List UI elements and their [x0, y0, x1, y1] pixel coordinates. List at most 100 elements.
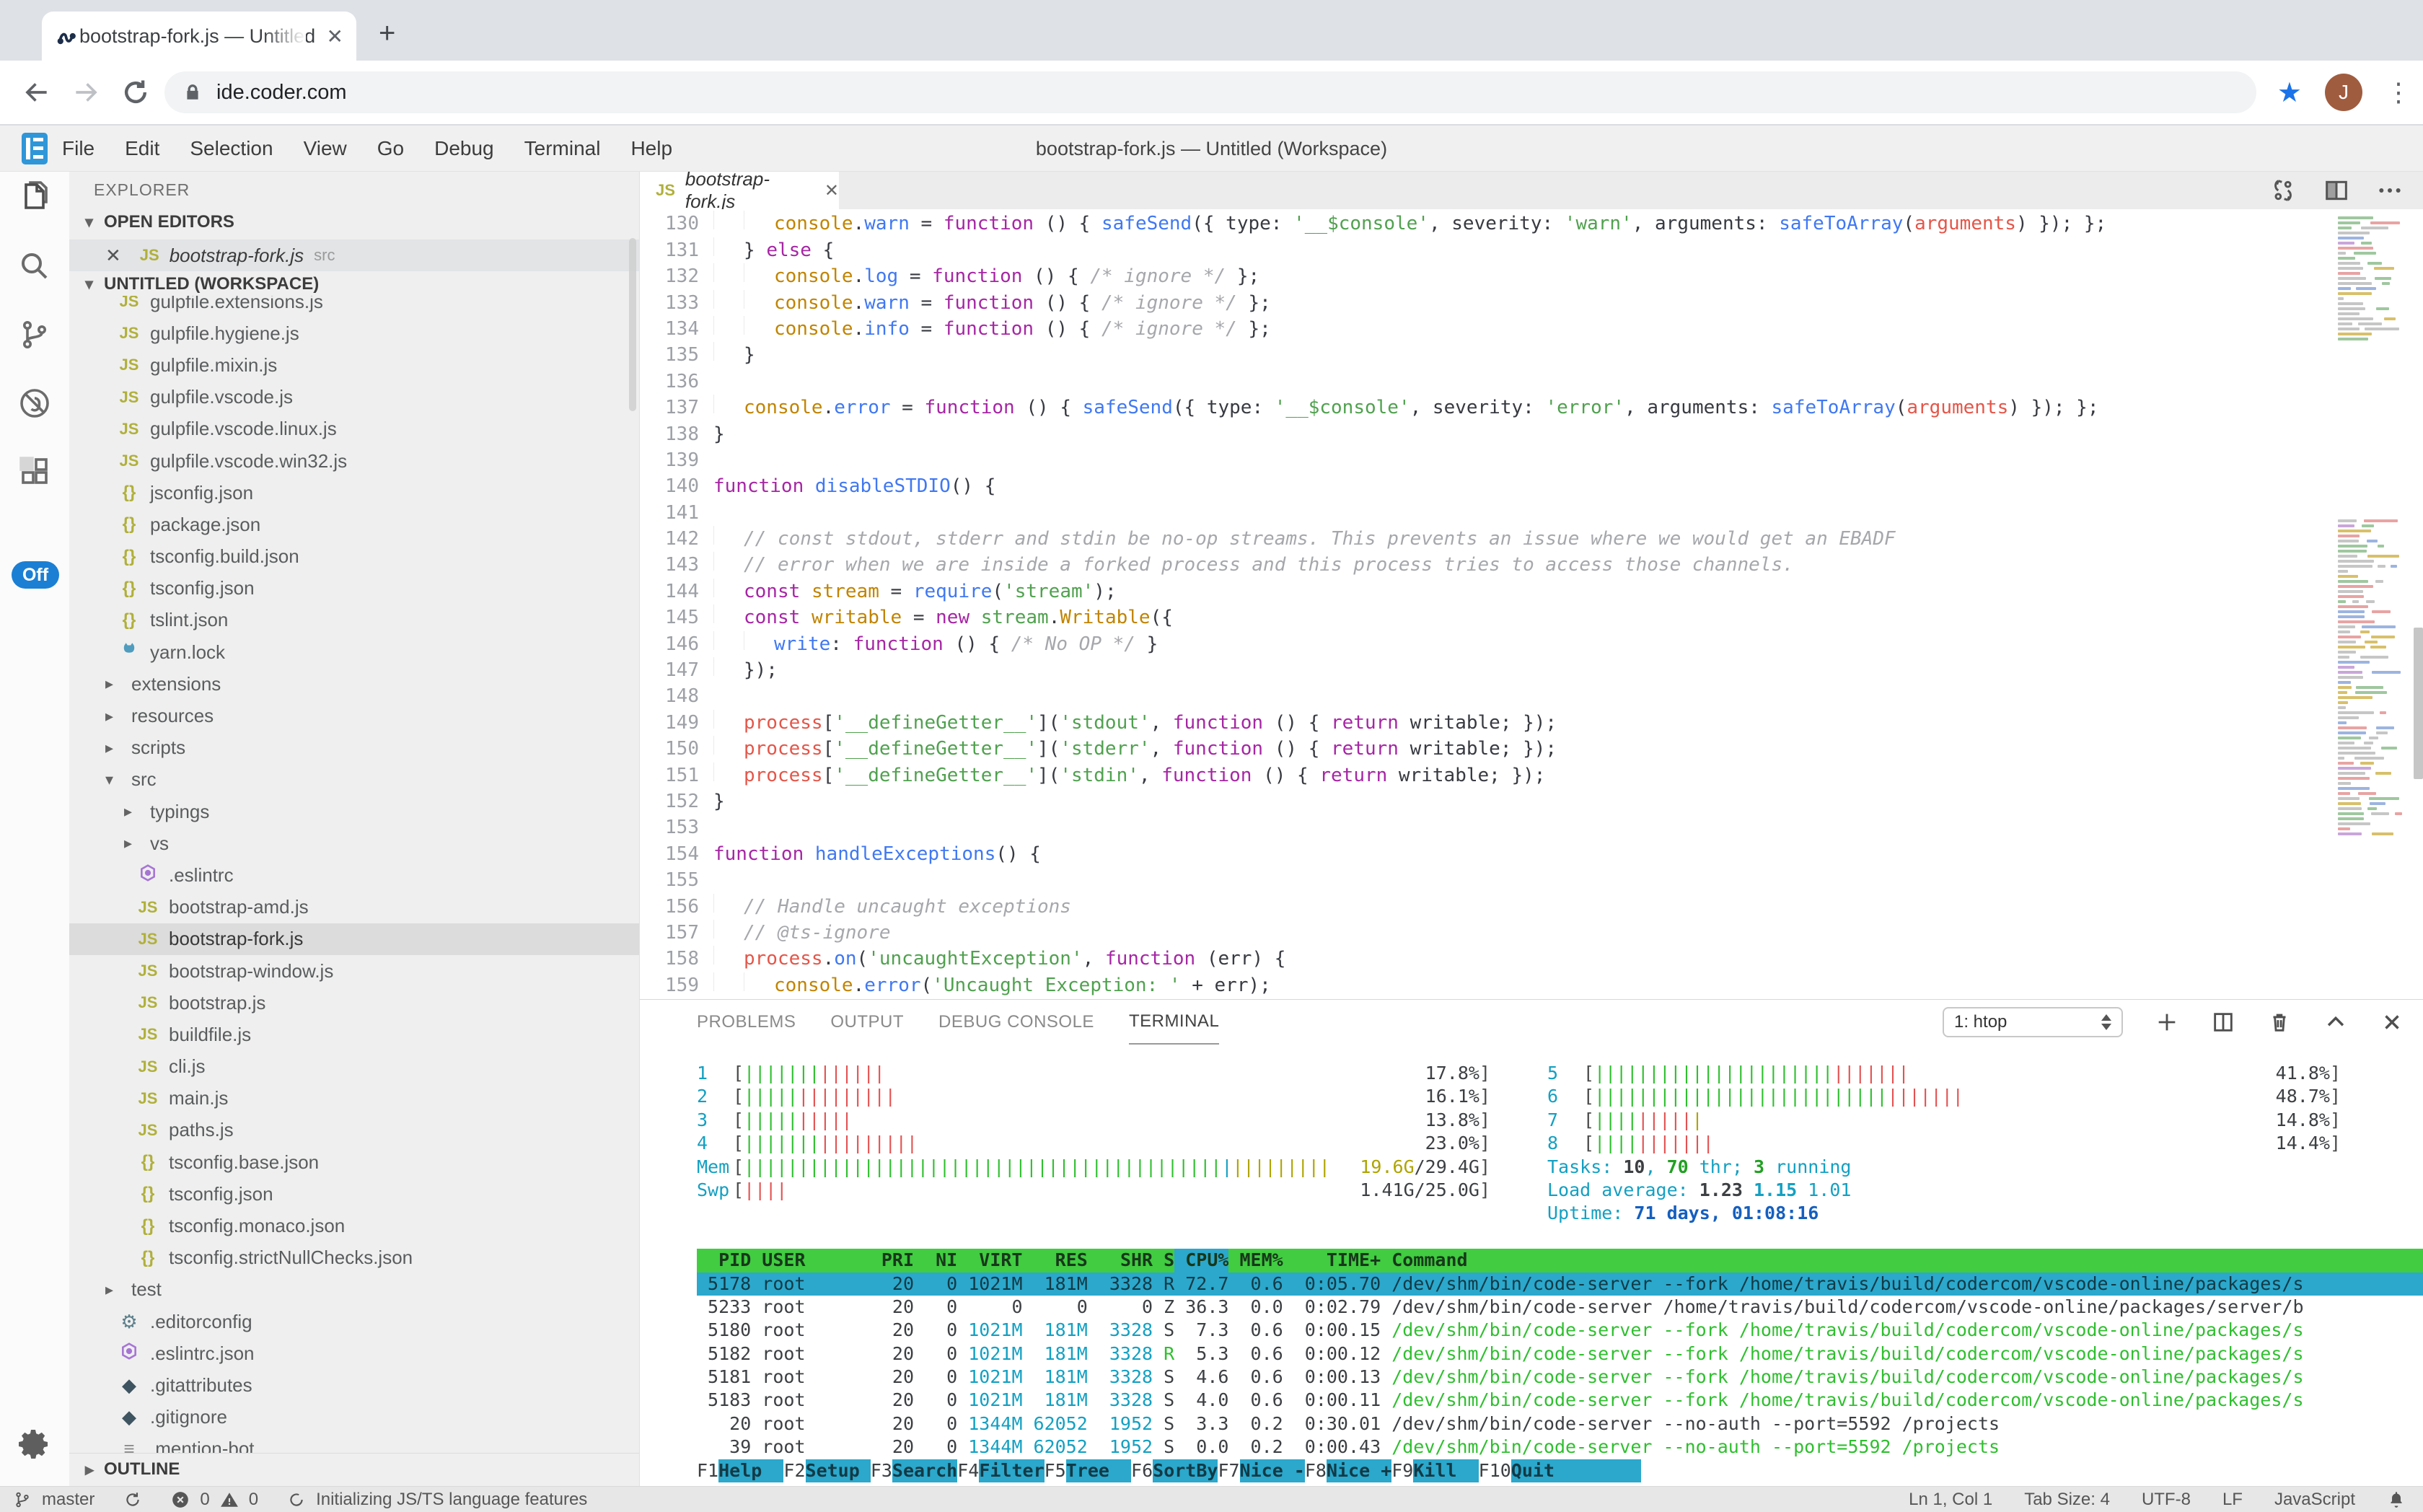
maximize-panel-icon[interactable]	[2323, 1010, 2348, 1034]
code-line-158[interactable]: 158process.on('uncaughtException', funct…	[640, 946, 2321, 972]
tree-item-tsconfig.json[interactable]: {}tsconfig.json	[69, 1178, 639, 1210]
warnings-icon[interactable]	[220, 1490, 239, 1509]
code-line-140[interactable]: 140function disableSTDIO() {	[640, 473, 2321, 499]
menu-item-debug[interactable]: Debug	[434, 137, 494, 160]
tree-item-bootstrap-amd.js[interactable]: JSbootstrap-amd.js	[69, 892, 639, 923]
tree-item-gulpfile.vscode.win32.js[interactable]: JSgulpfile.vscode.win32.js	[69, 445, 639, 477]
tree-item-gulpfile.extensions.js[interactable]: JSgulpfile.extensions.js	[69, 296, 639, 317]
new-terminal-icon[interactable]	[2155, 1010, 2179, 1034]
tree-item-yarn.lock[interactable]: yarn.lock	[69, 636, 639, 668]
code-line-150[interactable]: 150process['__defineGetter__']('stderr',…	[640, 736, 2321, 762]
code-line-151[interactable]: 151process['__defineGetter__']('stdin', …	[640, 762, 2321, 788]
code-line-143[interactable]: 143// error when we are inside a forked …	[640, 552, 2321, 578]
eol[interactable]: LF	[2222, 1490, 2243, 1510]
code-line-147[interactable]: 147});	[640, 657, 2321, 683]
code-line-136[interactable]: 136	[640, 369, 2321, 395]
editor-tab[interactable]: JS bootstrap-fork.js ✕	[640, 172, 839, 209]
code-line-135[interactable]: 135}	[640, 342, 2321, 368]
menu-item-help[interactable]: Help	[630, 137, 672, 160]
process-row-39[interactable]: 39root2001344M620521952S0.00.20:00.43/de…	[697, 1436, 2423, 1459]
tree-item-extensions[interactable]: ▸extensions	[69, 668, 639, 700]
tree-item-tsconfig.strictNullChecks.json[interactable]: {}tsconfig.strictNullChecks.json	[69, 1242, 639, 1274]
process-row-20[interactable]: 20root2001344M620521952S3.30.20:30.01/de…	[697, 1412, 2423, 1436]
code-line-157[interactable]: 157// @ts-ignore	[640, 920, 2321, 946]
panel-tab-debug-console[interactable]: DEBUG CONSOLE	[938, 1000, 1094, 1045]
tree-item-jsconfig.json[interactable]: {}jsconfig.json	[69, 477, 639, 509]
source-control-icon[interactable]	[17, 317, 52, 352]
url-bar[interactable]: ide.coder.com	[164, 71, 2256, 113]
search-icon[interactable]	[17, 249, 52, 284]
tree-item-.gitattributes[interactable]: ◆.gitattributes	[69, 1369, 639, 1401]
close-panel-icon[interactable]	[2380, 1010, 2404, 1034]
tree-item-tsconfig.base.json[interactable]: {}tsconfig.base.json	[69, 1146, 639, 1178]
settings-gear-icon[interactable]	[17, 1427, 52, 1462]
code-line-148[interactable]: 148	[640, 683, 2321, 709]
tree-item-.eslintrc[interactable]: .eslintrc	[69, 859, 639, 891]
tree-item-.eslintrc.json[interactable]: .eslintrc.json	[69, 1337, 639, 1369]
menu-item-edit[interactable]: Edit	[125, 137, 159, 160]
process-row-5178[interactable]: 5178root2001021M181M3328R72.70.60:05.70/…	[697, 1273, 2423, 1296]
tree-item-buildfile.js[interactable]: JSbuildfile.js	[69, 1019, 639, 1050]
code-line-133[interactable]: 133console.warn = function () { /* ignor…	[640, 290, 2321, 316]
code-line-145[interactable]: 145const writable = new stream.Writable(…	[640, 605, 2321, 630]
tree-item-bootstrap-window.js[interactable]: JSbootstrap-window.js	[69, 955, 639, 987]
open-editor-item[interactable]: ✕ JS bootstrap-fork.js src	[69, 239, 639, 271]
tree-item-bootstrap.js[interactable]: JSbootstrap.js	[69, 987, 639, 1019]
avatar[interactable]: J	[2325, 74, 2362, 111]
code-line-130[interactable]: 130console.warn = function () { safeSend…	[640, 211, 2321, 237]
panel-tab-problems[interactable]: PROBLEMS	[697, 1000, 796, 1045]
code-line-149[interactable]: 149process['__defineGetter__']('stdout',…	[640, 710, 2321, 736]
tree-item-test[interactable]: ▸test	[69, 1274, 639, 1306]
editor-scrollbar[interactable]	[2414, 628, 2423, 779]
process-row-5182[interactable]: 5182root2001021M181M3328R5.30.60:00.12/d…	[697, 1342, 2423, 1366]
code-line-154[interactable]: 154function handleExceptions() {	[640, 841, 2321, 867]
terminal-content[interactable]: 1[|||||||||||||17.8%]5[|||||||||||||||||…	[697, 1062, 2423, 1486]
branch-name[interactable]: master	[42, 1490, 94, 1510]
split-terminal-icon[interactable]	[2211, 1010, 2235, 1034]
code-line-155[interactable]: 155	[640, 867, 2321, 893]
tree-item-resources[interactable]: ▸resources	[69, 700, 639, 731]
bell-icon[interactable]	[2387, 1490, 2406, 1509]
process-row-5183[interactable]: 5183root2001021M181M3328S4.00.60:00.11/d…	[697, 1389, 2423, 1412]
tab-close-icon[interactable]: ✕	[327, 25, 343, 48]
process-row-5233[interactable]: 5233root200000Z36.30.00:02.79/dev/shm/bi…	[697, 1296, 2423, 1319]
workspace-header[interactable]: ▾ UNTITLED (WORKSPACE)	[69, 271, 639, 297]
code-editor[interactable]: 129console.log = function () { safeSend(…	[640, 209, 2423, 999]
terminal-select[interactable]: 1: htop	[1943, 1007, 2123, 1037]
tree-item-gulpfile.hygiene.js[interactable]: JSgulpfile.hygiene.js	[69, 317, 639, 349]
vscode-logo-icon[interactable]	[22, 133, 48, 164]
code-line-138[interactable]: 138}	[640, 421, 2321, 447]
code-line-146[interactable]: 146write: function () { /* No OP */ }	[640, 631, 2321, 657]
explorer-icon[interactable]	[17, 180, 52, 215]
code-line-132[interactable]: 132console.log = function () { /* ignore…	[640, 263, 2321, 289]
code-line-144[interactable]: 144const stream = require('stream');	[640, 579, 2321, 605]
forward-icon[interactable]	[71, 76, 102, 108]
tree-item-.gitignore[interactable]: ◆.gitignore	[69, 1402, 639, 1433]
tree-item-vs[interactable]: ▸vs	[69, 827, 639, 859]
code-line-137[interactable]: 137console.error = function () { safeSen…	[640, 395, 2321, 421]
tree-item-gulpfile.vscode.linux.js[interactable]: JSgulpfile.vscode.linux.js	[69, 413, 639, 445]
split-editor-icon[interactable]	[2322, 176, 2351, 205]
code-line-152[interactable]: 152}	[640, 788, 2321, 814]
menu-item-terminal[interactable]: Terminal	[524, 137, 601, 160]
extensions-icon[interactable]	[17, 454, 52, 489]
code-line-131[interactable]: 131} else {	[640, 237, 2321, 263]
open-changes-icon[interactable]	[2269, 176, 2297, 205]
code-line-141[interactable]: 141	[640, 500, 2321, 526]
tree-item-scripts[interactable]: ▸scripts	[69, 732, 639, 764]
sidebar-scrollbar[interactable]	[629, 238, 636, 411]
tree-item-package.json[interactable]: {}package.json	[69, 509, 639, 540]
code-line-153[interactable]: 153	[640, 814, 2321, 840]
tree-item-gulpfile.vscode.js[interactable]: JSgulpfile.vscode.js	[69, 382, 639, 413]
tab-size[interactable]: Tab Size: 4	[2024, 1490, 2110, 1510]
tree-item-tslint.json[interactable]: {}tslint.json	[69, 605, 639, 636]
minimap[interactable]	[2331, 209, 2411, 999]
tree-item-paths.js[interactable]: JSpaths.js	[69, 1115, 639, 1146]
code-line-142[interactable]: 142// const stdout, stderr and stdin be …	[640, 526, 2321, 552]
htop-fnkey-bar[interactable]: F1Help F2Setup F3SearchF4FilterF5Tree F6…	[697, 1459, 2423, 1482]
close-icon[interactable]: ✕	[105, 245, 121, 267]
code-line-139[interactable]: 139	[640, 447, 2321, 473]
kill-terminal-icon[interactable]	[2267, 1010, 2292, 1034]
back-icon[interactable]	[20, 76, 52, 108]
process-table-header[interactable]: PIDUSERPRINIVIRTRESSHRSCPU%MEM%TIME+Comm…	[697, 1249, 2423, 1272]
